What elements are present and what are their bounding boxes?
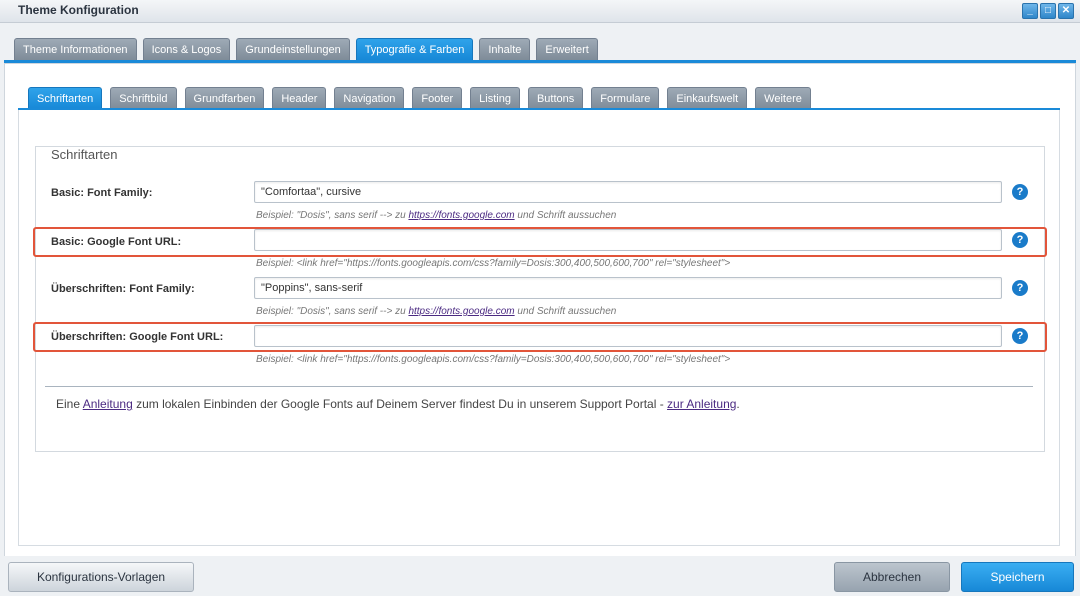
sub-tabs: Schriftarten Schriftbild Grundfarben Hea… (28, 87, 811, 110)
headings-font-family-input[interactable] (254, 277, 1002, 299)
fieldset-legend: Schriftarten (46, 147, 123, 162)
basic-font-family-input[interactable] (254, 181, 1002, 203)
subtab-header[interactable]: Header (272, 87, 327, 110)
minimize-icon[interactable]: _ (1022, 3, 1038, 19)
config-templates-button[interactable]: Konfigurations-Vorlagen (8, 562, 194, 592)
basic-google-font-url-input[interactable] (254, 229, 1002, 251)
window-controls: _ □ ✕ (1022, 3, 1074, 19)
tab-typografie-farben[interactable]: Typografie & Farben (355, 38, 474, 61)
basic-google-font-url-label: Basic: Google Font URL: (51, 236, 182, 248)
headings-font-family-hint: Beispiel: "Dosis", sans serif --> zu htt… (256, 306, 617, 317)
anleitung-link[interactable]: Anleitung (83, 397, 133, 411)
theme-config-window: Theme Konfiguration _ □ ✕ Theme Informat… (0, 0, 1080, 596)
info-text: Eine Anleitung zum lokalen Einbinden der… (56, 397, 740, 411)
subtab-buttons[interactable]: Buttons (527, 87, 584, 110)
help-icon[interactable]: ? (1012, 280, 1028, 296)
cancel-button[interactable]: Abbrechen (834, 562, 950, 592)
subtab-listing[interactable]: Listing (470, 87, 520, 110)
basic-google-font-url-hint: Beispiel: <link href="https://fonts.goog… (256, 258, 731, 269)
window-title: Theme Konfiguration (18, 3, 139, 17)
tab-erweitert[interactable]: Erweitert (536, 38, 598, 61)
title-bar: Theme Konfiguration _ □ ✕ (0, 0, 1080, 23)
save-button[interactable]: Speichern (961, 562, 1074, 592)
google-fonts-link[interactable]: https://fonts.google.com (408, 210, 514, 221)
tab-icons-logos[interactable]: Icons & Logos (142, 38, 231, 61)
tab-theme-informationen[interactable]: Theme Informationen (14, 38, 137, 61)
close-icon[interactable]: ✕ (1058, 3, 1074, 19)
main-tabs: Theme Informationen Icons & Logos Grunde… (14, 38, 598, 61)
headings-google-font-url-hint: Beispiel: <link href="https://fonts.goog… (256, 354, 731, 365)
headings-google-font-url-label: Überschriften: Google Font URL: (51, 331, 224, 343)
subtab-footer[interactable]: Footer (412, 87, 463, 110)
tab-grundeinstellungen[interactable]: Grundeinstellungen (236, 38, 350, 61)
subtab-formulare[interactable]: Formulare (591, 87, 660, 110)
basic-font-family-label: Basic: Font Family: (51, 187, 153, 199)
subtab-einkaufswelt[interactable]: Einkaufswelt (667, 87, 748, 110)
tab-inhalte[interactable]: Inhalte (479, 38, 531, 61)
subtab-schriftbild[interactable]: Schriftbild (110, 87, 177, 110)
google-fonts-link[interactable]: https://fonts.google.com (408, 306, 514, 317)
subtab-grundfarben[interactable]: Grundfarben (184, 87, 265, 110)
basic-font-family-hint: Beispiel: "Dosis", sans serif --> zu htt… (256, 210, 617, 221)
help-icon[interactable]: ? (1012, 232, 1028, 248)
maximize-icon[interactable]: □ (1040, 3, 1056, 19)
separator (45, 386, 1033, 387)
headings-font-family-label: Überschriften: Font Family: (51, 283, 195, 295)
subtab-schriftarten[interactable]: Schriftarten (28, 87, 103, 110)
help-icon[interactable]: ? (1012, 184, 1028, 200)
subtab-weitere[interactable]: Weitere (755, 87, 811, 110)
subtab-navigation[interactable]: Navigation (334, 87, 405, 110)
headings-google-font-url-input[interactable] (254, 325, 1002, 347)
help-icon[interactable]: ? (1012, 328, 1028, 344)
zur-anleitung-link[interactable]: zur Anleitung (667, 397, 736, 411)
